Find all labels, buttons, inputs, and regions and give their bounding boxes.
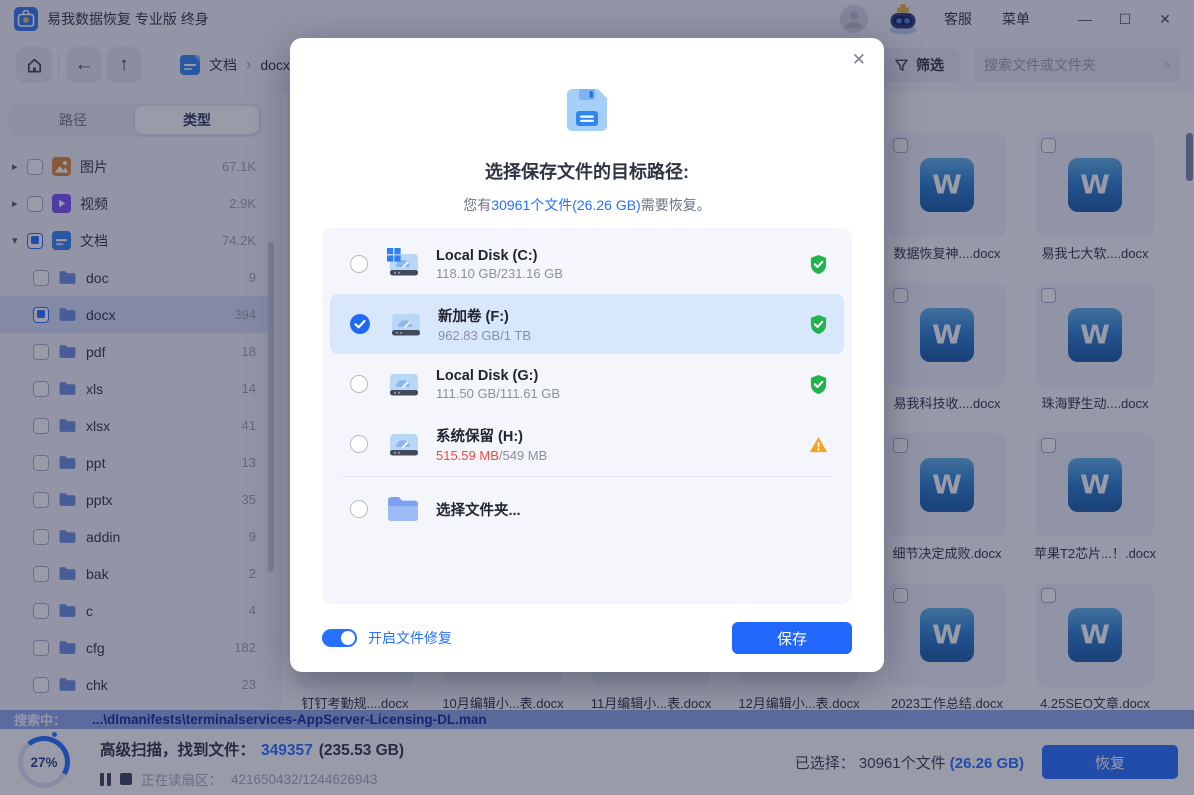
file-repair-toggle[interactable] xyxy=(322,629,357,647)
shield-check-icon xyxy=(809,254,828,275)
shield-check-icon xyxy=(809,374,828,395)
drive-info: Local Disk (G:) 111.50 GB/111.61 GB xyxy=(436,368,560,401)
save-path-dialog: ✕ 选择保存文件的目标路径: 您有30961个文件(26.26 GB)需要恢复。… xyxy=(290,38,884,672)
files-to-recover-highlight: 30961个文件(26.26 GB) xyxy=(491,197,640,213)
hard-drive-icon xyxy=(385,367,421,401)
radio-button[interactable] xyxy=(350,435,368,453)
drive-size: 111.50 GB/111.61 GB xyxy=(436,386,560,401)
save-button[interactable]: 保存 xyxy=(732,622,852,654)
folder-icon xyxy=(385,492,421,526)
drive-name: 系统保留 (H:) xyxy=(436,425,547,446)
drive-option-folder[interactable]: 选择文件夹... xyxy=(330,479,844,539)
hard-drive-icon xyxy=(385,247,421,281)
dialog-close-icon[interactable]: ✕ xyxy=(852,50,866,70)
drive-size: 515.59 MB/549 MB xyxy=(436,448,547,463)
drive-name: 新加卷 (F:) xyxy=(438,305,531,326)
app-window: 易我数据恢复 专业版 终身 客服 菜单 — ☐ ✕ ← ↑ 文档 › docx … xyxy=(0,0,1194,795)
shield-check-icon xyxy=(809,314,828,335)
drive-name: Local Disk (C:) xyxy=(436,248,563,264)
radio-button[interactable] xyxy=(350,375,368,393)
save-floppy-icon xyxy=(559,82,615,138)
folder-option: 选择文件夹... xyxy=(436,499,521,520)
drive-size: 118.10 GB/231.16 GB xyxy=(436,266,563,281)
hard-drive-icon xyxy=(387,307,423,341)
warning-icon xyxy=(809,434,828,455)
dialog-subtitle: 您有30961个文件(26.26 GB)需要恢复。 xyxy=(290,195,884,215)
dialog-title: 选择保存文件的目标路径: xyxy=(290,158,884,184)
list-divider xyxy=(342,476,832,477)
file-repair-label: 开启文件修复 xyxy=(368,628,452,648)
dialog-footer: 开启文件修复 保存 xyxy=(322,618,852,658)
radio-selected-icon[interactable] xyxy=(350,314,370,334)
drive-option-c[interactable]: Local Disk (C:) 118.10 GB/231.16 GB xyxy=(330,234,844,294)
drive-option-g[interactable]: Local Disk (G:) 111.50 GB/111.61 GB xyxy=(330,354,844,414)
drive-info: 系统保留 (H:) 515.59 MB/549 MB xyxy=(436,425,547,463)
drive-info: 新加卷 (F:) 962.83 GB/1 TB xyxy=(438,305,531,343)
drive-option-h[interactable]: 系统保留 (H:) 515.59 MB/549 MB xyxy=(330,414,844,474)
drive-name: Local Disk (G:) xyxy=(436,368,560,384)
drive-size: 962.83 GB/1 TB xyxy=(438,328,531,343)
radio-button[interactable] xyxy=(350,500,368,518)
folder-option-label: 选择文件夹... xyxy=(436,499,521,520)
hard-drive-icon xyxy=(385,427,421,461)
drive-option-f[interactable]: 新加卷 (F:) 962.83 GB/1 TB xyxy=(330,294,844,354)
drive-list: Local Disk (C:) 118.10 GB/231.16 GB 新加卷 (F… xyxy=(322,228,852,604)
drive-info: Local Disk (C:) 118.10 GB/231.16 GB xyxy=(436,248,563,281)
radio-button[interactable] xyxy=(350,255,368,273)
